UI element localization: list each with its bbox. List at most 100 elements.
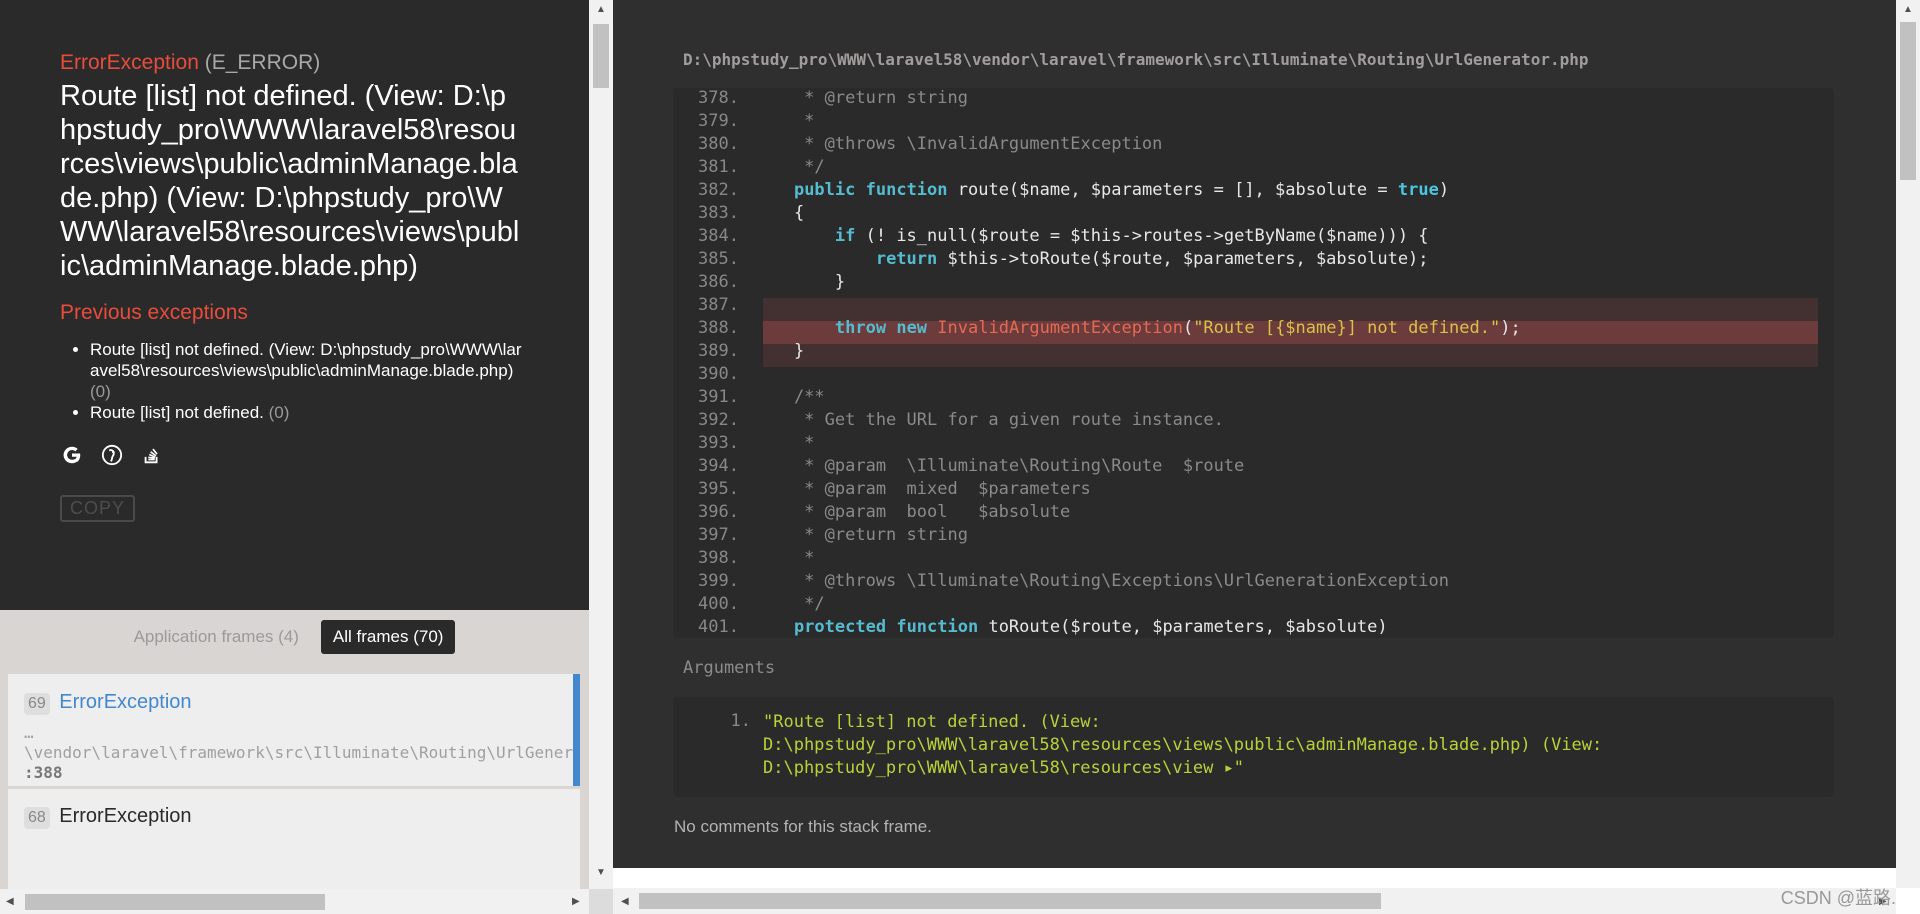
code-line: 398. * (673, 547, 1834, 570)
left-vertical-scrollbar[interactable]: ▲ ▼ (589, 0, 613, 894)
code-line: 390. (673, 363, 1834, 386)
line-text: * @param bool $absolute (753, 502, 1071, 522)
exception-panel: ErrorException (E_ERROR) Route [list] no… (0, 0, 589, 894)
application-frames-button[interactable]: Application frames (4) (134, 627, 299, 647)
right-horizontal-scrollbar[interactable]: ◀ ▶ (613, 888, 1896, 914)
line-text: if (! is_null($route = $this->routes->ge… (834, 226, 1429, 246)
exception-type-line: ErrorException (E_ERROR) (60, 51, 529, 75)
line-text: } (753, 272, 846, 292)
line-number: 381. (698, 157, 739, 177)
code-line: 389. } (673, 340, 1834, 363)
line-number: 395. (698, 479, 739, 499)
code-line: 397. * @return string (673, 524, 1834, 547)
line-text: { (753, 203, 805, 223)
comments-text: No comments for this stack frame. (674, 817, 932, 836)
exception-type: ErrorException (60, 51, 199, 74)
line-number: 382. (698, 180, 739, 200)
frame-class: ErrorException (59, 805, 192, 827)
code-line: 400. */ (673, 593, 1834, 616)
line-number: 380. (698, 134, 739, 154)
line-number: 397. (698, 525, 739, 545)
copy-button[interactable]: COPY (60, 495, 136, 522)
previous-exception-item: Route [list] not defined. (0) (90, 402, 530, 423)
line-number: 379. (698, 111, 739, 131)
right-vertical-scrollbar[interactable]: ▲ (1896, 0, 1920, 888)
code-line: 401. protected function toRoute($route, … (673, 616, 1834, 638)
google-icon[interactable] (60, 443, 84, 467)
previous-exception-count: (0) (90, 382, 111, 401)
code-block: 378. * @return string 379. * 380. * @throw… (673, 88, 1834, 638)
line-text: * @return string (753, 525, 968, 545)
frame-item[interactable]: 68 ErrorException (8, 789, 580, 894)
previous-exception-count: (0) (268, 403, 290, 422)
stackoverflow-icon[interactable] (140, 443, 164, 467)
line-number: 401. (698, 617, 739, 637)
code-line: 386. } (673, 271, 1834, 294)
code-line: 395. * @param mixed $parameters (673, 478, 1834, 501)
line-text: * @return string (753, 88, 968, 108)
watermark: CSDN @蓝路. (1780, 888, 1896, 908)
previous-exception-item: Route [list] not defined. (View: D:\phps… (90, 339, 530, 402)
scrollbar-thumb[interactable] (593, 24, 609, 88)
scrollbar-corner (589, 889, 613, 914)
line-number: 387. (698, 295, 739, 315)
frame-index: 69 (24, 693, 50, 715)
line-number: 385. (698, 249, 739, 269)
code-line: 392. * Get the URL for a given route ins… (673, 409, 1834, 432)
code-panel: D:\phpstudy_pro\WWW\laravel58\vendor\lar… (613, 0, 1896, 868)
scroll-up-icon[interactable]: ▲ (596, 5, 606, 15)
line-text: * Get the URL for a given route instance… (753, 410, 1224, 430)
line-text: * (753, 111, 815, 131)
left-horizontal-scrollbar[interactable]: ◀ ▶ (0, 889, 589, 914)
line-number: 378. (698, 88, 739, 108)
line-number: 392. (698, 410, 739, 430)
code-line: 381. */ (673, 156, 1834, 179)
line-text: } (753, 341, 805, 361)
scroll-left-icon[interactable]: ◀ (6, 897, 14, 907)
line-text: * @param mixed $parameters (753, 479, 1091, 499)
line-number: 386. (698, 272, 739, 292)
code-line: 385. return $this->toRoute($route, $para… (673, 248, 1834, 271)
code-line: 394. * @param \Illuminate\Routing\Route … (673, 455, 1834, 478)
scroll-right-icon[interactable]: ▶ (572, 897, 580, 907)
scroll-left-icon[interactable]: ◀ (621, 897, 629, 907)
code-line: 380. * @throws \InvalidArgumentException (673, 133, 1834, 156)
previous-exception-text: Route [list] not defined. (90, 403, 264, 422)
duckduckgo-icon[interactable] (100, 443, 124, 467)
scrollbar-thumb[interactable] (1900, 22, 1916, 180)
line-number: 383. (698, 203, 739, 223)
code-line: 384. if (! is_null($route = $this->route… (673, 225, 1834, 248)
line-number: 390. (698, 364, 739, 384)
line-text: /** (753, 387, 825, 407)
code-line: 399. * @throws \Illuminate\Routing\Excep… (673, 570, 1834, 593)
argument-value[interactable]: "Route [list] not defined. (View: D:\php… (763, 711, 1813, 780)
code-line: 393. * (673, 432, 1834, 455)
arguments-title: Arguments (683, 658, 776, 678)
exception-message: Route [list] not defined. (View: D:\phps… (60, 80, 520, 282)
scrollbar-thumb[interactable] (639, 893, 1381, 909)
frame-filter-bar: Application frames (4) All frames (70) (0, 610, 589, 664)
code-line-error: 388. throw new InvalidArgumentException(… (673, 317, 1834, 340)
previous-exception-text: Route [list] not defined. (View: D:\phps… (90, 340, 522, 380)
line-number: 388. (698, 318, 739, 338)
code-line: 387. (673, 294, 1834, 317)
line-number: 399. (698, 571, 739, 591)
line-text: */ (753, 594, 825, 614)
line-text: * @param \Illuminate\Routing\Route $rout… (753, 456, 1245, 476)
previous-exceptions-title: Previous exceptions (60, 301, 248, 324)
frame-item-active[interactable]: 69 ErrorException … \vendor\laravel\fram… (8, 674, 580, 786)
line-number: 400. (698, 594, 739, 614)
line-number: 389. (698, 341, 739, 361)
all-frames-button[interactable]: All frames (70) (320, 620, 456, 654)
line-text: * @throws \Illuminate\Routing\Exceptions… (753, 571, 1449, 591)
scroll-up-icon[interactable]: ▲ (1903, 5, 1913, 15)
code-line: 379. * (673, 110, 1834, 133)
scrollbar-thumb[interactable] (25, 894, 325, 910)
line-number: 394. (698, 456, 739, 476)
line-text: throw new InvalidArgumentException("Rout… (834, 318, 1521, 338)
arguments-block: 1. "Route [list] not defined. (View: D:\… (673, 697, 1834, 797)
code-line: 396. * @param bool $absolute (673, 501, 1834, 524)
line-number: 398. (698, 548, 739, 568)
code-line: 378. * @return string (673, 88, 1834, 110)
scroll-down-icon[interactable]: ▼ (596, 868, 606, 878)
